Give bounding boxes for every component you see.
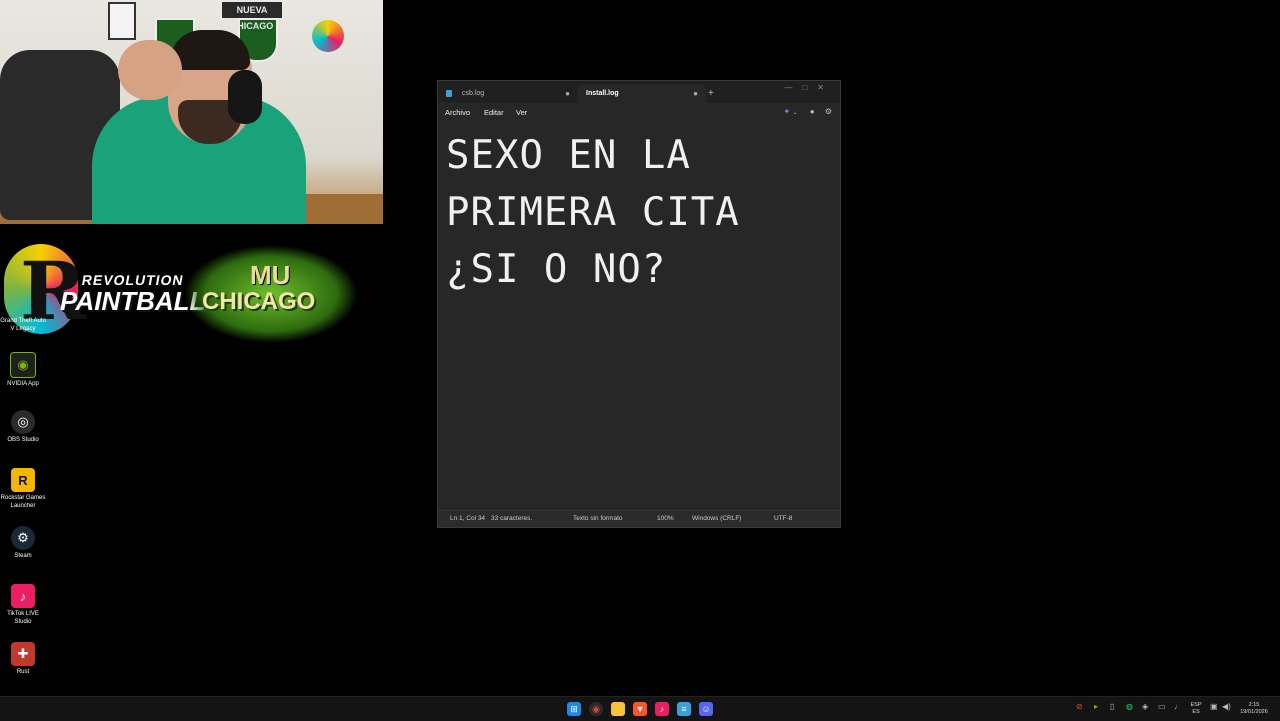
window-controls: —□✕	[784, 83, 834, 92]
status-encoding: UTF-8	[774, 515, 793, 522]
status-bar: Ln 1, Col 34 33 caracteres. Texto sin fo…	[438, 510, 840, 527]
desktop-icon-label: NVIDIA App	[7, 381, 39, 387]
desktop-icon-rockstar[interactable]: R Rockstar Games Launcher	[0, 468, 46, 510]
desktop-icon-label: OBS Studio	[7, 437, 39, 443]
unsaved-dot-icon: ●	[565, 89, 570, 98]
keyboard-layout: ES	[1192, 709, 1200, 715]
tab-bar: csb.log ● Install.log ● + —□✕	[438, 81, 840, 103]
clock[interactable]: 2:15 19/01/2026	[1236, 702, 1272, 716]
clock-date: 19/01/2026	[1240, 709, 1268, 715]
obs-icon: ◎	[11, 410, 35, 434]
file-explorer-icon[interactable]	[611, 702, 625, 716]
steam-icon: ⚙	[11, 526, 35, 550]
status-eol: Windows (CRLF)	[692, 515, 742, 522]
menu-ver[interactable]: Ver	[516, 108, 527, 117]
tray-app-icon[interactable]: ⊘	[1076, 702, 1083, 711]
tiktok-icon[interactable]: ♪	[655, 702, 669, 716]
close-icon[interactable]: ✕	[817, 83, 834, 92]
clock-time: 2:15	[1248, 702, 1260, 708]
settings-gear-icon[interactable]: ⚙	[825, 107, 832, 116]
notepad-tab-icon	[446, 89, 452, 97]
logo-line2: PAINTBALL	[60, 286, 206, 316]
wall-sticker	[312, 20, 344, 52]
tab-label: Install.log	[586, 90, 619, 97]
nvidia-icon: ◉	[10, 352, 36, 378]
nvidia-tray-icon[interactable]: ▸	[1094, 702, 1098, 711]
logo-line2: CHICAGO	[202, 288, 316, 315]
menu-editar[interactable]: Editar	[484, 108, 504, 117]
desktop-icon-rust[interactable]: ✚ Rust	[0, 642, 46, 677]
editor-line: ¿SI O NO?	[446, 247, 667, 292]
language-code: ESP	[1190, 702, 1202, 708]
steam-tray-icon[interactable]: ◈	[1142, 702, 1148, 711]
status-position[interactable]: Ln 1, Col 34	[450, 515, 485, 522]
discord-icon[interactable]: ☺	[699, 702, 713, 716]
mu-chicago-logo: MU CHICAGO	[186, 246, 356, 342]
rust-icon: ✚	[11, 642, 35, 666]
menu-right-icons: ✦ ⌄ ● ⚙	[784, 107, 832, 116]
maximize-icon[interactable]: □	[802, 83, 817, 92]
status-chars: 33 caracteres.	[491, 515, 533, 522]
usb-icon[interactable]: ▯	[1110, 702, 1114, 711]
monitor-icon[interactable]: ▣	[1210, 702, 1218, 711]
copilot-icon[interactable]: ✦	[784, 107, 791, 116]
taskbar: ⊞ ◉ ▼ ♪ ≡ ☺ ⊘ ▸ ▯ ◍ ◈ ▭ ♩ ESP ES ▣ ◀) 2:…	[0, 696, 1280, 721]
tab-csb-log[interactable]: csb.log ●	[446, 85, 578, 103]
tab-install-log[interactable]: Install.log ●	[578, 85, 706, 103]
headset	[228, 70, 262, 124]
notepad-window[interactable]: csb.log ● Install.log ● + —□✕ Archivo Ed…	[437, 80, 841, 528]
desktop-icon-label: Grand Theft Auto V Legacy	[0, 318, 46, 332]
chevron-down-icon[interactable]: ⌄	[792, 110, 797, 116]
unsaved-dot-icon: ●	[693, 89, 698, 98]
tray-app-icon[interactable]: ◍	[1126, 702, 1133, 711]
new-tab-button[interactable]: +	[708, 85, 722, 103]
wall-picture-frame	[108, 2, 136, 40]
webcam-overlay: NUEVA CHICAGO	[0, 0, 383, 224]
status-format: Texto sin formato	[573, 515, 623, 522]
desktop-icon-label: Steam	[14, 553, 32, 559]
rockstar-icon: R	[11, 468, 35, 492]
desktop-icon-label: Rust	[16, 669, 30, 675]
desktop-icon-steam[interactable]: ⚙ Steam	[0, 526, 46, 561]
desktop-icon-nvidia[interactable]: ◉ NVIDIA App	[0, 352, 46, 389]
volume-icon[interactable]: ◀)	[1222, 702, 1231, 711]
chrome-icon[interactable]: ◉	[589, 702, 603, 716]
logo-line1: MU	[250, 260, 291, 290]
desktop-icon-label: Rockstar Games Launcher	[0, 495, 46, 509]
tiktok-icon: ♪	[11, 584, 35, 608]
editor-line: SEXO EN LA	[446, 133, 691, 178]
menu-bar: Archivo Editar Ver ✦ ⌄ ● ⚙	[438, 103, 840, 121]
network-icon[interactable]: ▭	[1158, 702, 1166, 711]
tab-label: csb.log	[462, 90, 485, 97]
account-icon[interactable]: ●	[810, 107, 815, 116]
desktop-icon-tiktok[interactable]: ♪ TikTok LIVE Studio	[0, 584, 46, 626]
editor-line: PRIMERA CITA	[446, 190, 740, 235]
desktop-icon-gta[interactable]: Grand Theft Auto V Legacy	[0, 302, 46, 333]
person-hand	[118, 40, 182, 100]
language-indicator[interactable]: ESP ES	[1188, 702, 1204, 716]
brave-icon[interactable]: ▼	[633, 702, 647, 716]
windows-start-icon[interactable]: ⊞	[567, 702, 581, 716]
microphone-icon[interactable]: ♩	[1174, 702, 1182, 711]
desktop-icon-label: TikTok LIVE Studio	[7, 611, 39, 625]
minimize-icon[interactable]: —	[784, 83, 802, 92]
notepad-icon[interactable]: ≡	[677, 702, 691, 716]
menu-archivo[interactable]: Archivo	[445, 108, 470, 117]
text-editor[interactable]: SEXO EN LA PRIMERA CITA ¿SI O NO?	[446, 127, 832, 511]
desktop-icon-obs[interactable]: ◎ OBS Studio	[0, 410, 46, 445]
status-zoom[interactable]: 100%	[657, 515, 674, 522]
wall-banner: NUEVA CHICAGO	[222, 2, 282, 31]
